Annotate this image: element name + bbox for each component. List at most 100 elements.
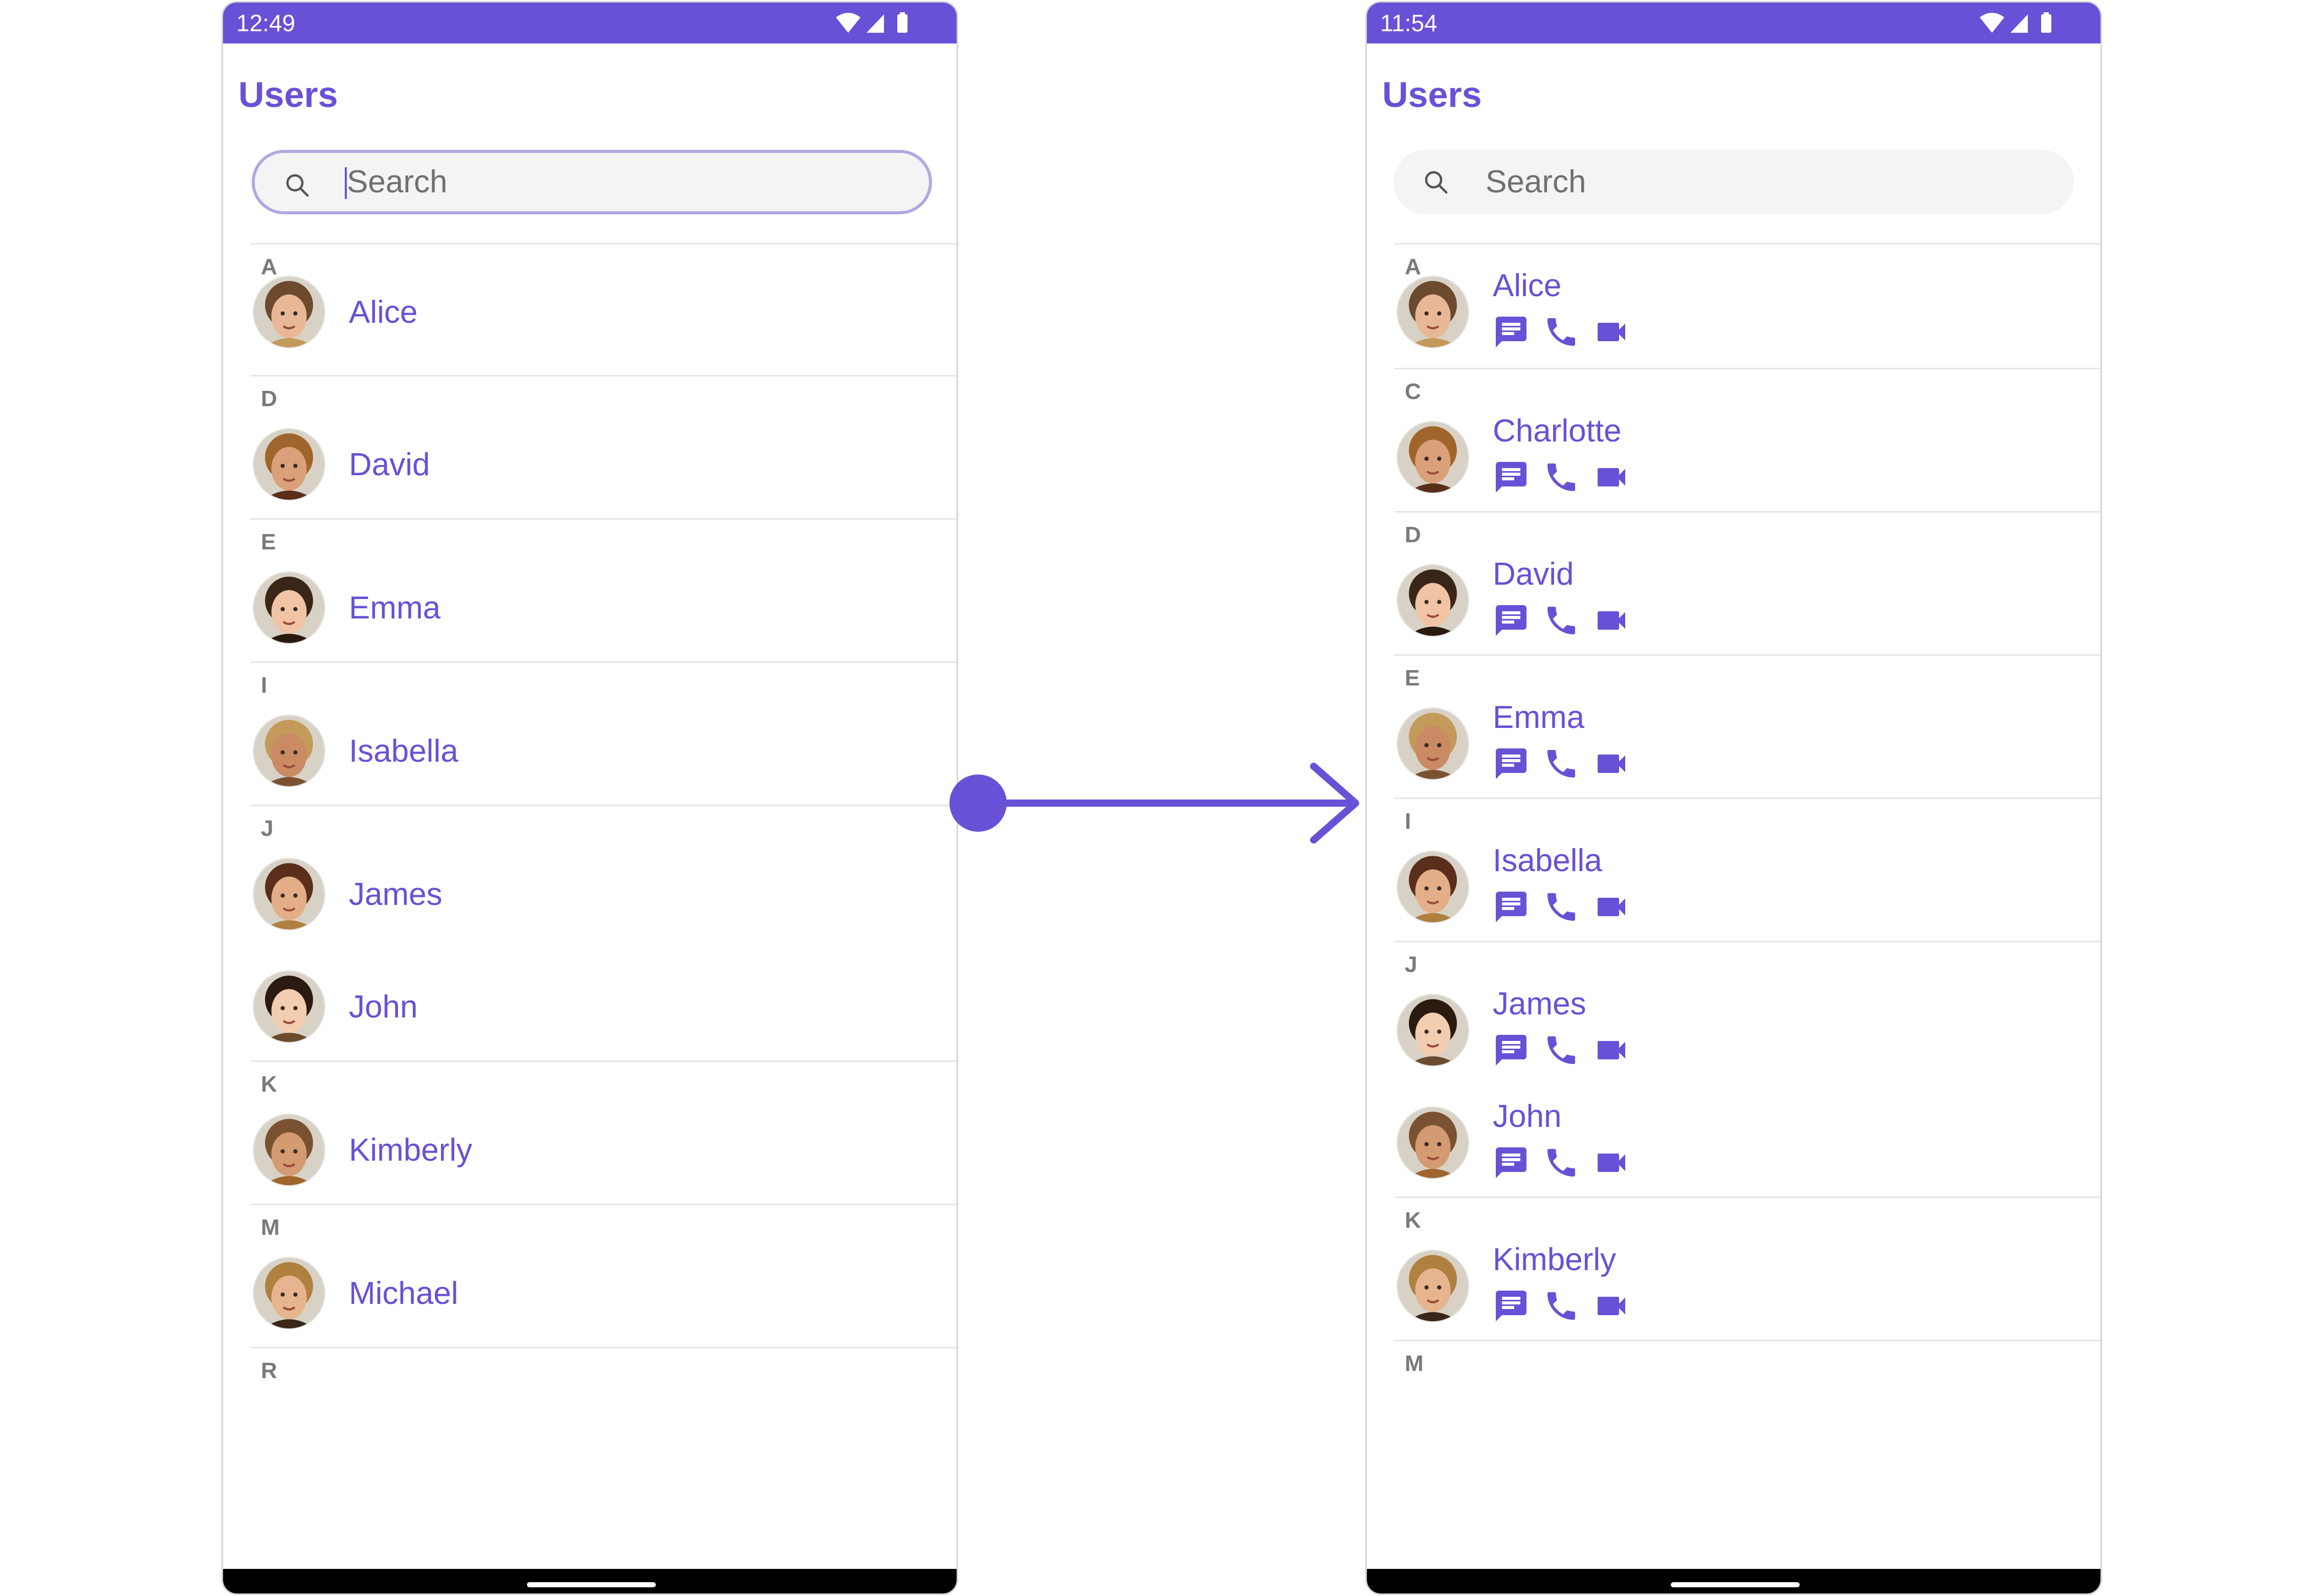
search-icon <box>286 174 309 197</box>
user-name[interactable]: Kimberly <box>1493 1242 1616 1278</box>
user-name[interactable]: Charlotte <box>1493 413 1622 449</box>
user-name[interactable]: Kimberly <box>349 1132 472 1168</box>
user-name[interactable]: John <box>1493 1098 1561 1135</box>
user-list-item[interactable] <box>1367 971 2100 1074</box>
avatar[interactable] <box>1397 564 1469 637</box>
user-list-item[interactable] <box>1367 1084 2100 1186</box>
message-icon[interactable] <box>1493 314 1530 350</box>
user-list-item[interactable] <box>223 406 957 508</box>
user-name[interactable]: James <box>349 876 442 913</box>
phone-icon[interactable] <box>1543 459 1580 496</box>
avatar[interactable] <box>253 715 325 787</box>
phone-icon[interactable] <box>1543 889 1580 925</box>
section-divider <box>251 1347 957 1348</box>
avatar[interactable] <box>253 970 325 1043</box>
avatar-image <box>254 429 324 500</box>
user-list-item[interactable] <box>223 1234 957 1337</box>
avatar-image <box>1398 1107 1468 1178</box>
user-name[interactable]: Michael <box>349 1275 458 1312</box>
avatar[interactable] <box>253 858 325 930</box>
avatar[interactable] <box>1397 421 1469 494</box>
user-name[interactable]: John <box>349 989 417 1025</box>
battery-icon <box>2041 14 2051 33</box>
avatar[interactable] <box>1397 1250 1469 1322</box>
phone-icon[interactable] <box>1543 1032 1580 1069</box>
message-icon[interactable] <box>1493 1288 1530 1324</box>
user-actions <box>1493 745 1643 782</box>
avatar[interactable] <box>253 428 325 501</box>
video-icon[interactable] <box>1593 602 1630 639</box>
avatar[interactable] <box>253 1114 325 1186</box>
avatar[interactable] <box>1397 276 1469 348</box>
battery-icon <box>897 14 908 33</box>
section-divider <box>1395 1196 2100 1198</box>
user-list-item[interactable] <box>223 1091 957 1193</box>
video-icon[interactable] <box>1593 889 1630 925</box>
avatar[interactable] <box>253 1257 325 1329</box>
user-list-item[interactable] <box>1367 685 2100 787</box>
user-list-item[interactable] <box>223 692 957 794</box>
search-input[interactable]: Search <box>252 150 932 214</box>
phone-icon[interactable] <box>1543 1288 1580 1324</box>
search-input[interactable]: Search <box>1393 150 2074 214</box>
video-icon[interactable] <box>1593 745 1630 782</box>
section-divider <box>251 661 957 663</box>
user-name[interactable]: Emma <box>349 590 440 626</box>
message-icon[interactable] <box>1493 745 1530 782</box>
avatar-image <box>254 1258 324 1328</box>
user-list-item[interactable] <box>1367 828 2100 930</box>
user-list-item[interactable] <box>1367 542 2100 644</box>
user-name[interactable]: Emma <box>1493 699 1584 736</box>
avatar-image <box>254 716 324 786</box>
user-list-item[interactable] <box>223 549 957 651</box>
avatar-image <box>1398 995 1468 1066</box>
user-list-item[interactable] <box>1367 253 2100 356</box>
message-icon[interactable] <box>1493 459 1530 496</box>
user-name[interactable]: David <box>349 447 430 483</box>
video-icon[interactable] <box>1593 1144 1630 1181</box>
video-icon[interactable] <box>1593 1032 1630 1069</box>
search-placeholder: Search <box>1486 164 1586 199</box>
message-icon[interactable] <box>1493 1144 1530 1181</box>
user-name[interactable]: Isabella <box>1493 843 1602 879</box>
user-name[interactable]: David <box>1493 556 1574 592</box>
phone-screen-after: 11:54 Users Search A Alice C Charlotte D Davi… <box>1365 1 2102 1595</box>
home-handle[interactable] <box>527 1582 656 1587</box>
avatar[interactable] <box>253 276 325 348</box>
status-icons <box>1979 11 2055 35</box>
user-list-item[interactable] <box>223 253 957 356</box>
avatar[interactable] <box>1397 851 1469 923</box>
video-icon[interactable] <box>1593 459 1630 496</box>
avatar[interactable] <box>1397 707 1469 780</box>
user-name[interactable]: James <box>1493 986 1586 1022</box>
phone-icon[interactable] <box>1543 314 1580 350</box>
section-header-letter: R <box>261 1358 277 1383</box>
video-icon[interactable] <box>1593 314 1630 350</box>
user-list-item[interactable] <box>1367 1227 2100 1329</box>
user-list-item[interactable] <box>1367 398 2100 501</box>
avatar-image <box>1398 1251 1468 1321</box>
home-handle[interactable] <box>1671 1582 1800 1587</box>
user-list-item[interactable] <box>223 948 957 1050</box>
avatar[interactable] <box>1397 994 1469 1067</box>
section-divider <box>251 1060 957 1062</box>
user-list-item[interactable] <box>223 835 957 938</box>
video-icon[interactable] <box>1593 1288 1630 1324</box>
message-icon[interactable] <box>1493 889 1530 925</box>
section-divider <box>251 805 957 806</box>
search-placeholder: Search <box>347 164 448 199</box>
user-actions <box>1493 1144 1643 1181</box>
user-name[interactable]: Alice <box>349 294 417 330</box>
user-actions <box>1493 889 1643 925</box>
user-name[interactable]: Alice <box>1493 268 1561 304</box>
phone-icon[interactable] <box>1543 1144 1580 1181</box>
phone-icon[interactable] <box>1543 602 1580 639</box>
wifi-icon <box>836 13 860 33</box>
avatar[interactable] <box>1397 1106 1469 1179</box>
message-icon[interactable] <box>1493 1032 1530 1069</box>
phone-icon[interactable] <box>1543 745 1580 782</box>
message-icon[interactable] <box>1493 602 1530 639</box>
navigation-bar <box>1367 1569 2100 1593</box>
user-name[interactable]: Isabella <box>349 733 458 769</box>
avatar[interactable] <box>253 571 325 644</box>
